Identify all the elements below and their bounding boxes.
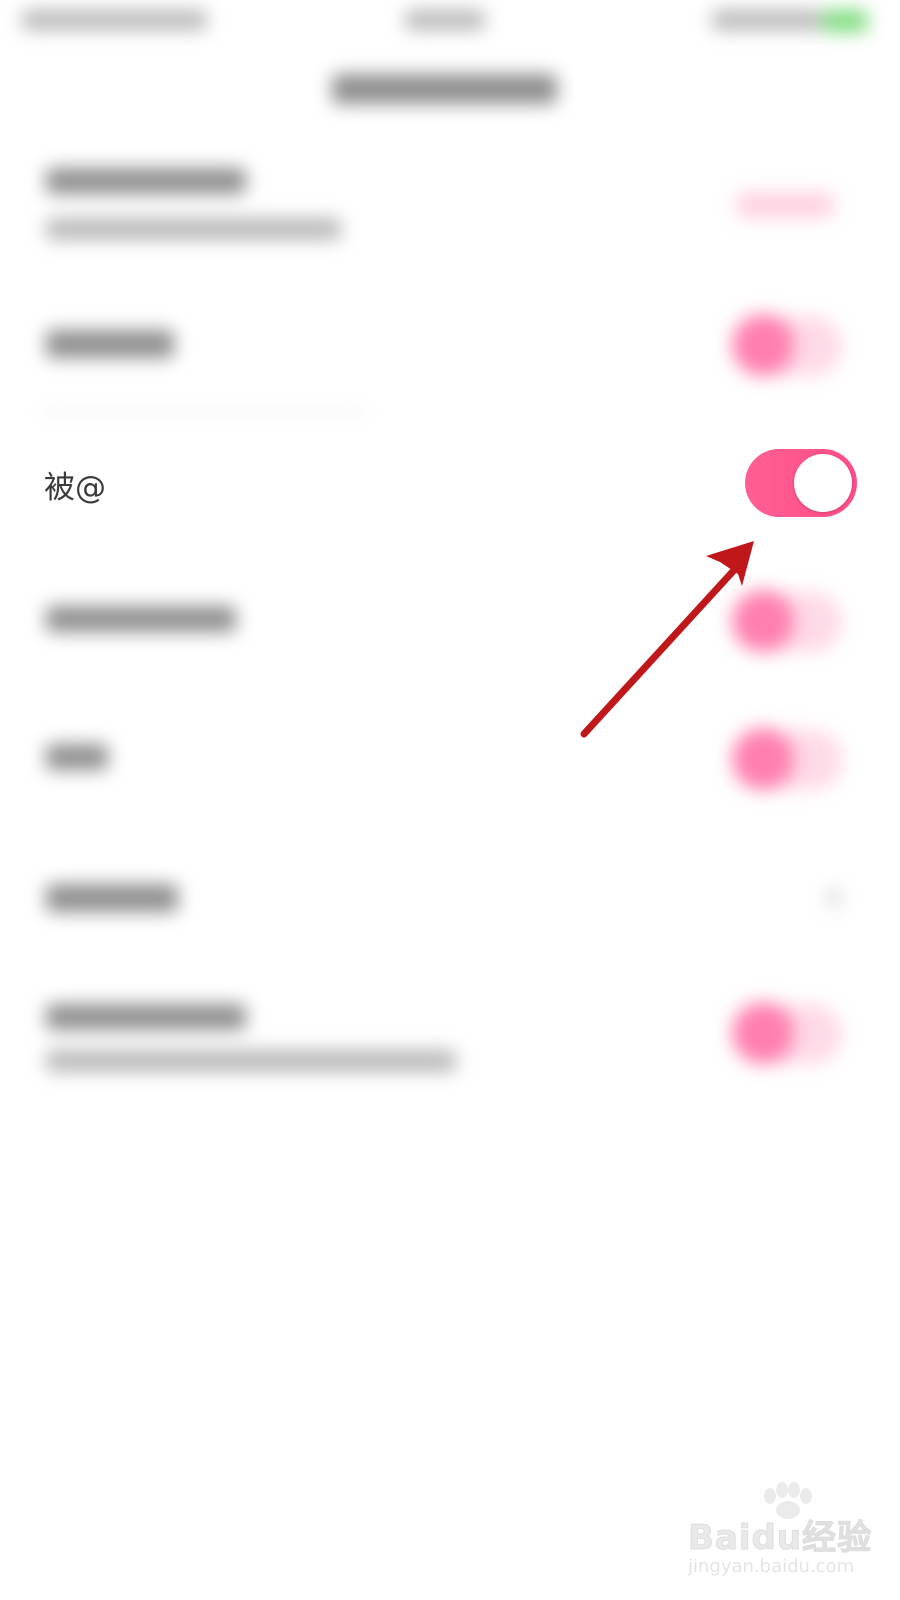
row-2-toggle-knob (732, 314, 794, 376)
baidu-jingyan-watermark: Baidu经验 jingyan.baidu.com (687, 1482, 888, 1588)
row-1-subtitle (46, 218, 341, 240)
row-5-title (46, 744, 108, 770)
row-1-toggle[interactable] (735, 192, 835, 218)
row-1-title (46, 168, 246, 194)
row-2-title (46, 330, 174, 358)
row-label-mentioned: 被@ (44, 470, 106, 506)
row-7-title (46, 1004, 246, 1030)
watermark-brand: Baidu经验 (687, 1518, 873, 1559)
section-divider (44, 410, 364, 412)
toggle-knob (794, 454, 852, 512)
blurred-background-content (0, 0, 900, 1600)
row-6-chevron-icon (828, 888, 840, 908)
mentioned-toggle-switch[interactable] (745, 449, 857, 517)
notification-settings-screen: 被@ Baidu经验 jingyan.baidu.com (0, 0, 900, 1600)
row-7-toggle-knob (732, 1002, 794, 1064)
row-5-toggle-knob (732, 728, 794, 790)
row-4-toggle-knob (732, 590, 794, 652)
status-bar-carrier (22, 10, 207, 30)
row-7-subtitle (46, 1050, 456, 1072)
status-bar-time (405, 10, 485, 30)
settings-row-mentioned: 被@ (0, 440, 900, 544)
row-6-title (46, 884, 178, 912)
nav-title (332, 74, 557, 104)
status-bar-indicators (712, 10, 822, 30)
row-4-title (46, 606, 236, 632)
battery-icon (822, 10, 868, 32)
watermark-url: jingyan.baidu.com (688, 1556, 855, 1577)
